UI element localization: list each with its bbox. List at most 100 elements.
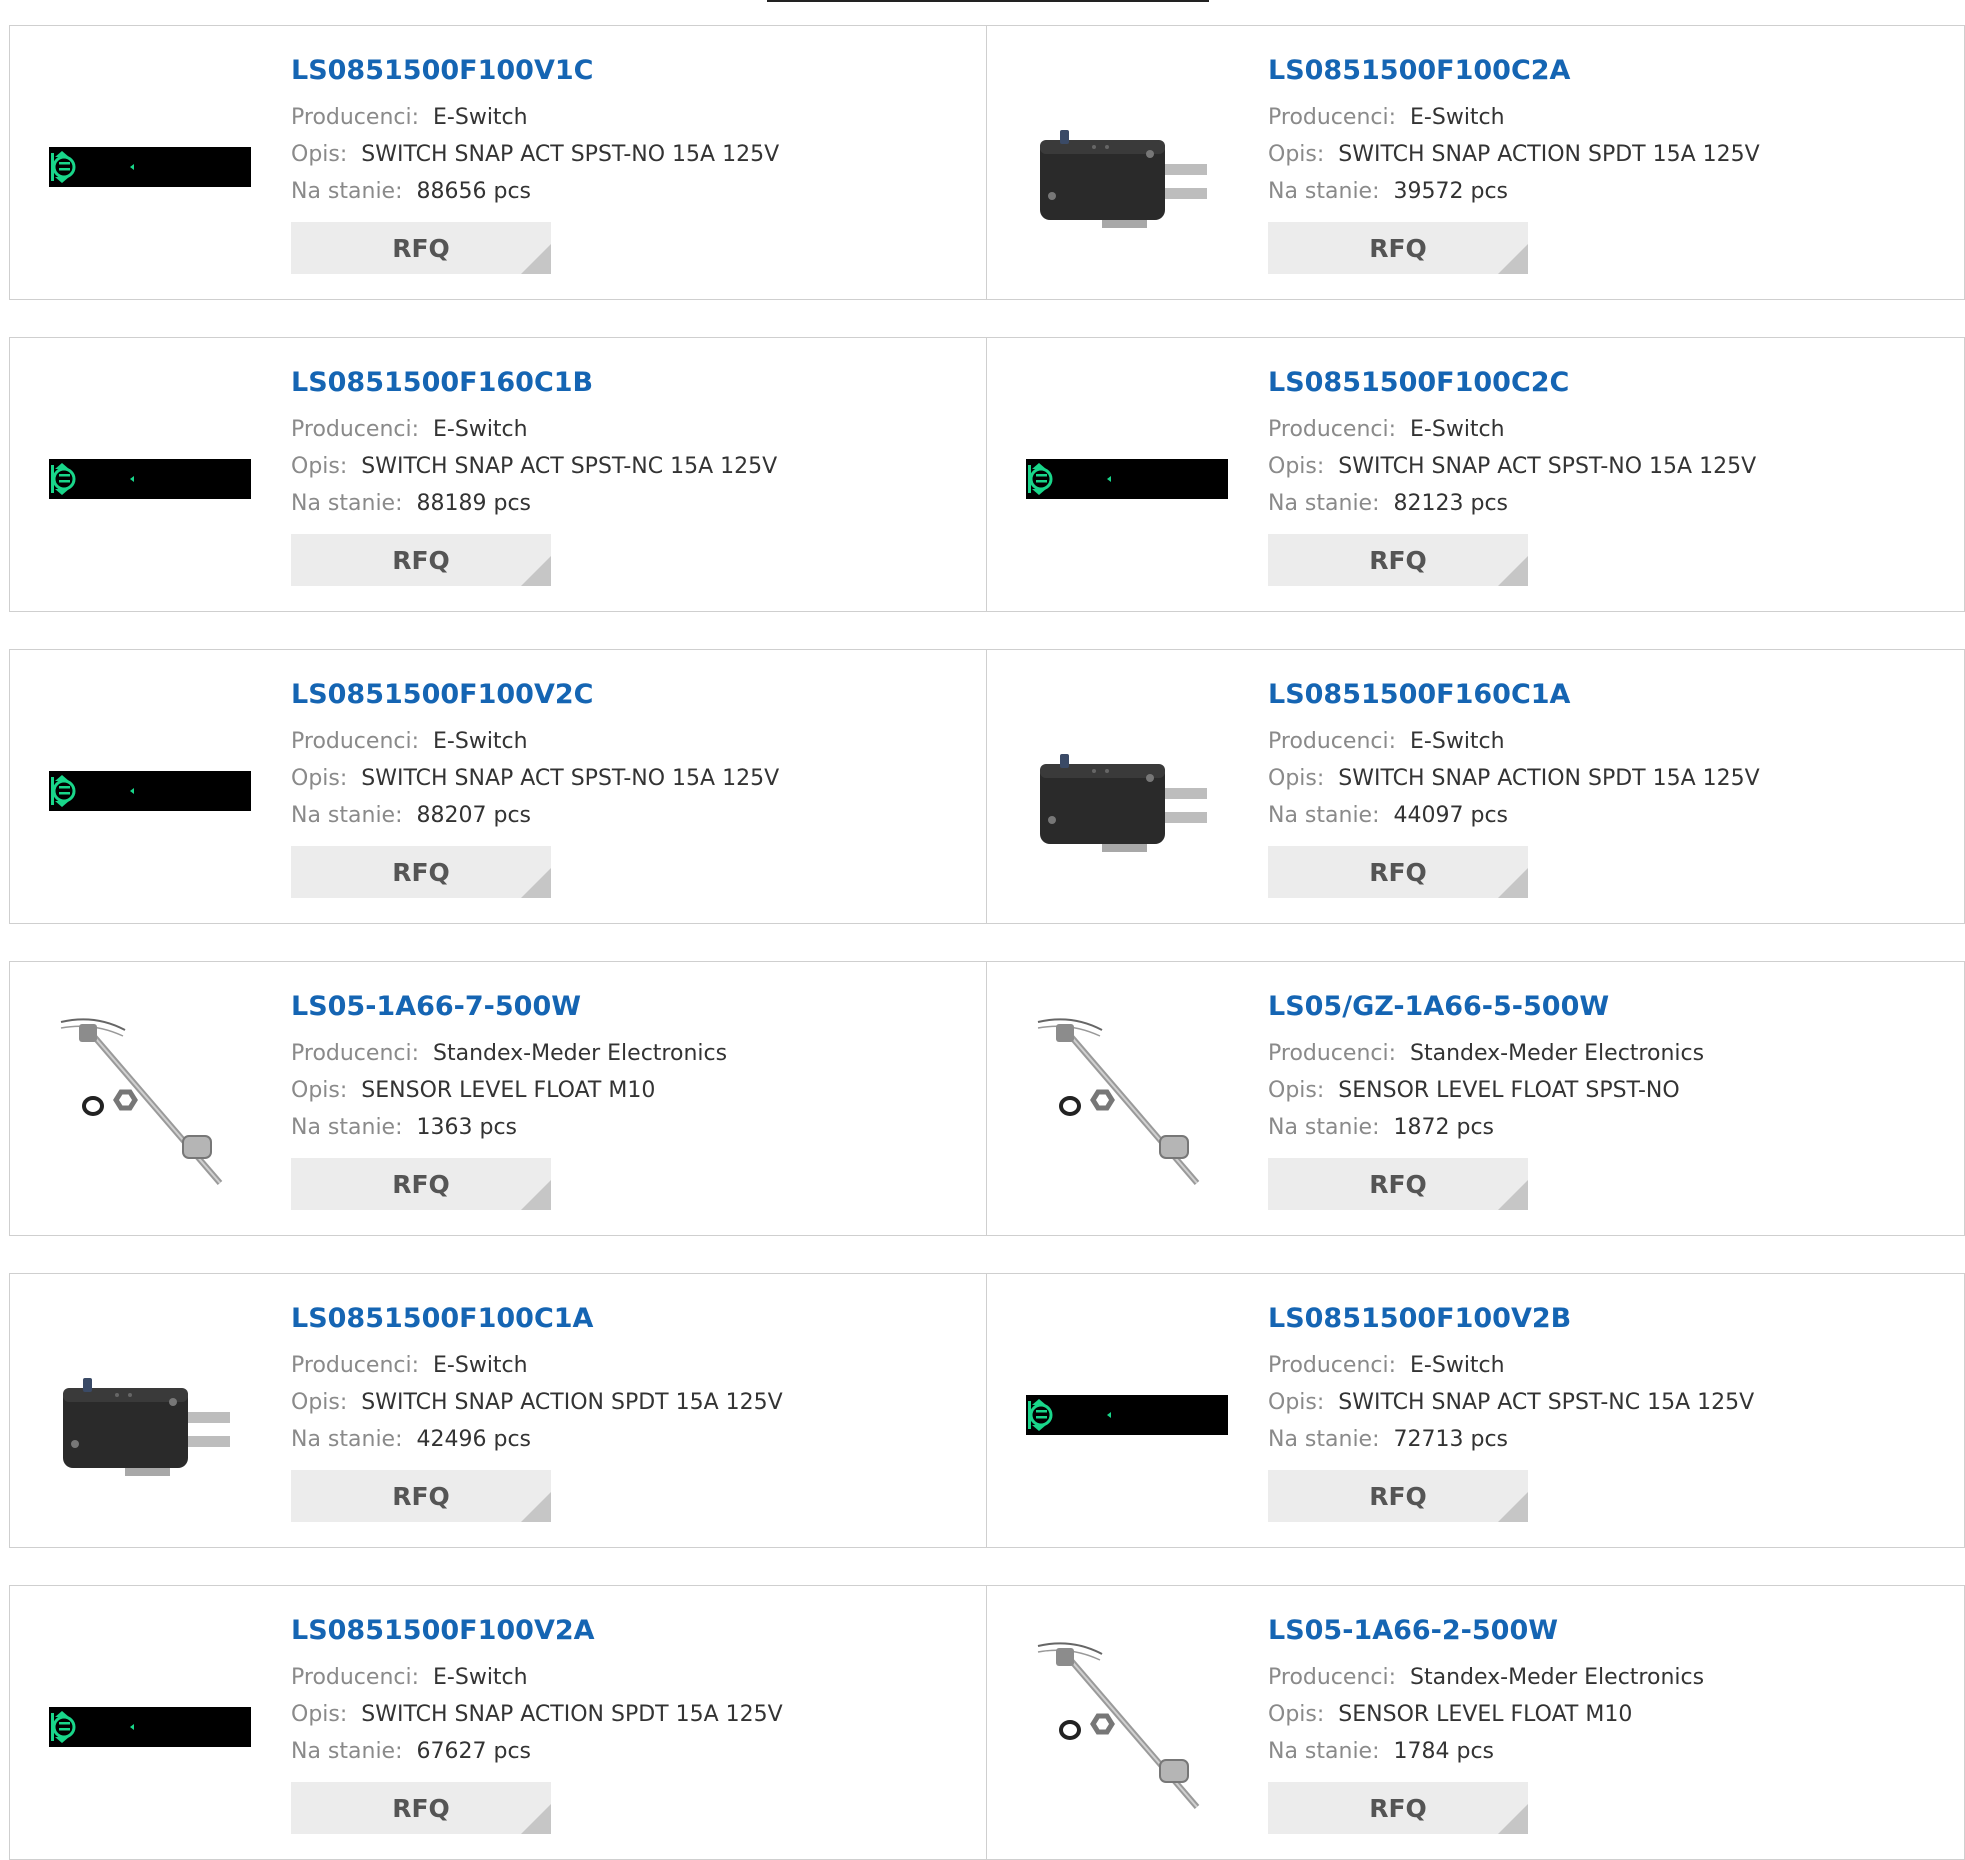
manufacturer-value: E-Switch (433, 1353, 528, 1378)
corner-triangle-icon (521, 868, 551, 898)
manufacturer-value: Standex-Meder Electronics (1410, 1665, 1705, 1690)
rfq-button[interactable]: RFQ (1268, 1782, 1528, 1834)
product-image[interactable] (49, 1626, 251, 1828)
product-image[interactable] (49, 690, 251, 892)
product-image[interactable] (49, 66, 251, 268)
manufacturer-label: Producenci: (1268, 729, 1397, 754)
description-label: Opis: (291, 142, 348, 167)
product-title-link[interactable]: LS0851500F100V2C (291, 678, 779, 712)
stock-value: 44097 pcs (1393, 803, 1509, 828)
product-card: LS0851500F160C1B Producenci: E-Switch Opi… (9, 337, 987, 612)
product-title-link[interactable]: LS0851500F100C2C (1268, 366, 1756, 400)
rfq-button[interactable]: RFQ (1268, 1158, 1528, 1210)
corner-triangle-icon (1498, 868, 1528, 898)
product-card: LS0851500F100C1A Producenci: E-Switch Opi… (9, 1273, 987, 1548)
rfq-button[interactable]: RFQ (1268, 534, 1528, 586)
rfq-button[interactable]: RFQ (1268, 1470, 1528, 1522)
description-label: Opis: (291, 766, 348, 791)
description-value: SWITCH SNAP ACT SPST-NO 15A 125V (361, 142, 780, 167)
rfq-button[interactable]: RFQ (291, 1470, 551, 1522)
rfq-button[interactable]: RFQ (291, 1158, 551, 1210)
microswitch-image (1040, 130, 1207, 228)
description-value: SWITCH SNAP ACTION SPDT 15A 125V (1338, 766, 1760, 791)
product-card: LS0851500F100C2C Producenci: E-Switch Opi… (987, 337, 1965, 612)
manufacturer-value: E-Switch (433, 729, 528, 754)
product-title-link[interactable]: LS05-1A66-2-500W (1268, 1614, 1704, 1648)
manufacturer-value: E-Switch (433, 1665, 528, 1690)
product-title-link[interactable]: LS0851500F160C1A (1268, 678, 1760, 712)
product-title-link[interactable]: LS0851500F160C1B (291, 366, 777, 400)
product-card: LS0851500F160C1A Producenci: E-Switch Opi… (987, 649, 1965, 924)
product-title-link[interactable]: LS0851500F100C2A (1268, 54, 1760, 88)
rfq-button[interactable]: RFQ (291, 222, 551, 274)
rfq-button[interactable]: RFQ (291, 534, 551, 586)
stock-label: Na stanie: (291, 1427, 403, 1452)
stock-label: Na stanie: (291, 1115, 403, 1140)
manufacturer-value: E-Switch (433, 105, 528, 130)
product-title-link[interactable]: LS0851500F100V2B (1268, 1302, 1754, 1336)
corner-triangle-icon (521, 556, 551, 586)
product-image[interactable] (1026, 378, 1228, 580)
description-label: Opis: (1268, 1078, 1325, 1103)
product-title-link[interactable]: LS05/GZ-1A66-5-500W (1268, 990, 1704, 1024)
stock-value: 72713 pcs (1393, 1427, 1509, 1452)
rfq-button[interactable]: RFQ (291, 846, 551, 898)
product-image[interactable] (49, 378, 251, 580)
product-image[interactable] (1026, 1002, 1228, 1204)
product-title-link[interactable]: LS0851500F100C1A (291, 1302, 783, 1336)
product-title-link[interactable]: LS0851500F100V2A (291, 1614, 783, 1648)
product-card: LS05-1A66-7-500W Producenci: Standex-Mede… (9, 961, 987, 1236)
product-list-page: LS0851500F100V1C Producenci: E-Switch Opi… (0, 0, 1965, 1860)
manufacturer-value: E-Switch (1410, 1353, 1505, 1378)
rfq-button[interactable]: RFQ (1268, 846, 1528, 898)
description-label: Opis: (1268, 1390, 1325, 1415)
product-card: LS0851500F100V1C Producenci: E-Switch Opi… (9, 25, 987, 300)
product-image[interactable] (1026, 1314, 1228, 1516)
stock-value: 1872 pcs (1393, 1115, 1495, 1140)
rfq-button-label: RFQ (1369, 1793, 1427, 1823)
product-title-link[interactable]: LS05-1A66-7-500W (291, 990, 727, 1024)
stock-label: Na stanie: (1268, 803, 1380, 828)
rfq-button-label: RFQ (1369, 1169, 1427, 1199)
rfq-button-label: RFQ (392, 1169, 450, 1199)
product-image[interactable] (49, 1002, 251, 1204)
manufacturer-label: Producenci: (291, 105, 420, 130)
description-value: SWITCH SNAP ACTION SPDT 15A 125V (1338, 142, 1760, 167)
description-label: Opis: (1268, 1702, 1325, 1727)
top-divider (767, 0, 1209, 2)
manufacturer-label: Producenci: (1268, 1665, 1397, 1690)
stock-value: 42496 pcs (416, 1427, 532, 1452)
stock-value: 1784 pcs (1393, 1739, 1495, 1764)
description-label: Opis: (291, 1702, 348, 1727)
rfq-button-label: RFQ (392, 233, 450, 263)
rfq-button[interactable]: RFQ (291, 1782, 551, 1834)
rfq-button-label: RFQ (392, 857, 450, 887)
corner-triangle-icon (521, 1804, 551, 1834)
description-label: Opis: (1268, 766, 1325, 791)
description-label: Opis: (1268, 142, 1325, 167)
manufacturer-value: Standex-Meder Electronics (433, 1041, 728, 1066)
product-card: LS05/GZ-1A66-5-500W Producenci: Standex-M… (987, 961, 1965, 1236)
corner-triangle-icon (1498, 556, 1528, 586)
stock-label: Na stanie: (291, 179, 403, 204)
rfq-button[interactable]: RFQ (1268, 222, 1528, 274)
product-image[interactable] (1026, 690, 1228, 892)
rfq-button-label: RFQ (1369, 1481, 1427, 1511)
product-image[interactable] (1026, 66, 1228, 268)
product-title-link[interactable]: LS0851500F100V1C (291, 54, 779, 88)
description-label: Opis: (291, 1078, 348, 1103)
product-image[interactable] (49, 1314, 251, 1516)
placeholder-icon (49, 771, 251, 811)
corner-triangle-icon (1498, 1180, 1528, 1210)
description-value: SENSOR LEVEL FLOAT M10 (1338, 1702, 1633, 1727)
float-sensor-image (1037, 1642, 1200, 1809)
manufacturer-label: Producenci: (291, 1665, 420, 1690)
corner-triangle-icon (521, 1492, 551, 1522)
rfq-button-label: RFQ (392, 1481, 450, 1511)
product-card: LS0851500F100C2A Producenci: E-Switch Opi… (987, 25, 1965, 300)
stock-label: Na stanie: (291, 1739, 403, 1764)
stock-label: Na stanie: (1268, 1427, 1380, 1452)
description-label: Opis: (1268, 454, 1325, 479)
product-image[interactable] (1026, 1626, 1228, 1828)
corner-triangle-icon (1498, 1804, 1528, 1834)
